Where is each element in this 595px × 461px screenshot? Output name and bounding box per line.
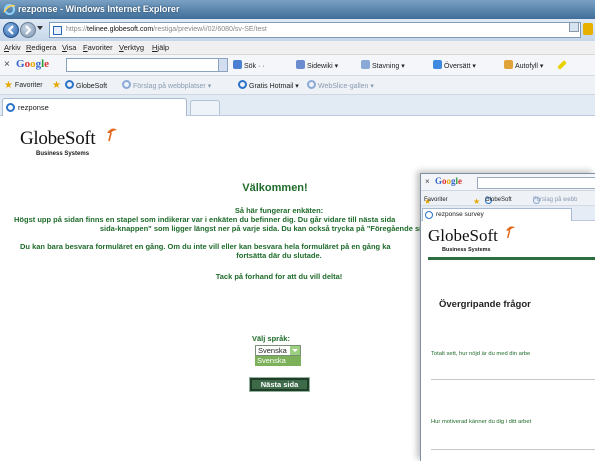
overlay-favorites-bar: ★ Favoriter ★ GlobeSoft Förslag på webb <box>421 191 595 206</box>
google-toolbar: × Google Sök · · Sidewiki ▾ Stavning ▾ Ö… <box>0 55 595 76</box>
overlay-globesoft-logo: GlobeSoft Business Systems <box>428 226 516 253</box>
address-bar-row: https://telinee.globesoft.com/restiga/pr… <box>0 19 595 41</box>
chevron-down-icon[interactable] <box>290 346 300 355</box>
menu-hjalp[interactable]: Hjälp <box>152 43 169 52</box>
google-search-input[interactable] <box>66 58 226 72</box>
language-select[interactable]: Svenska <box>255 345 301 356</box>
globesoft-logo: GlobeSoft Business Systems <box>20 128 117 157</box>
fav-link-globesoft[interactable]: GlobeSoft <box>65 80 107 90</box>
menu-favoriter[interactable]: Favoriter <box>83 43 113 52</box>
next-page-button[interactable]: Nästa sida <box>249 377 310 392</box>
autofill-icon <box>504 60 513 69</box>
ie-page-icon <box>238 80 247 89</box>
forward-arrow-icon <box>25 25 32 35</box>
back-arrow-icon <box>7 25 14 35</box>
new-tab-button[interactable] <box>190 100 220 115</box>
overlay-google-search-input[interactable] <box>477 177 595 189</box>
fav-link-suggested-sites[interactable]: Förslag på webbplatser ▾ <box>122 80 211 90</box>
back-button[interactable] <box>3 22 19 38</box>
ie-page-icon <box>6 103 15 112</box>
overlay-google-toolbar: × Google <box>421 174 595 191</box>
page-icon <box>53 26 62 35</box>
history-dropdown-icon[interactable] <box>37 26 43 30</box>
overlay-tab-strip: rezponse survey <box>421 206 595 221</box>
title-bar: rezponse - Windows Internet Explorer <box>0 0 595 19</box>
google-spelling-button[interactable]: Stavning ▾ <box>361 60 405 70</box>
menu-arkiv[interactable]: Arkiv <box>4 43 21 52</box>
logo-subtitle: Business Systems <box>36 151 90 157</box>
sidewiki-icon <box>296 60 305 69</box>
favorites-button[interactable]: ★ Favoriter <box>4 80 43 91</box>
window-title: rezponse - Windows Internet Explorer <box>18 4 180 14</box>
favorites-bar: ★ Favoriter ★ GlobeSoft Förslag på webbp… <box>0 76 595 95</box>
google-sidewiki-button[interactable]: Sidewiki ▾ <box>296 60 338 70</box>
close-toolbar-icon[interactable]: × <box>4 59 10 70</box>
favorites-star-icon: ★ <box>4 80 13 91</box>
logo-swirl-icon <box>505 226 516 239</box>
overlay-section-heading: Övergripande frågor <box>439 299 531 310</box>
ie-page-icon <box>425 211 433 219</box>
translate-icon <box>433 60 442 69</box>
add-favorite-icon[interactable]: ★ <box>52 80 61 91</box>
ie-logo-icon <box>3 4 16 15</box>
overlay-tab-rezponse-survey[interactable]: rezponse survey <box>422 208 572 221</box>
forward-button[interactable] <box>20 22 36 38</box>
tab-rezponse[interactable]: rezponse <box>2 98 187 116</box>
ie-page-icon <box>122 80 131 89</box>
logo-name: GlobeSoft <box>20 128 96 149</box>
google-search-button[interactable]: Sök · · <box>233 60 265 70</box>
overlay-browser-window: × Google ★ Favoriter ★ GlobeSoft Förslag… <box>420 173 595 461</box>
address-input[interactable]: https://telinee.globesoft.com/restiga/pr… <box>49 22 581 38</box>
language-option-svenska[interactable]: Svenska <box>255 356 301 366</box>
overlay-logo-name: GlobeSoft <box>428 226 498 245</box>
tab-label: rezponse <box>18 103 49 112</box>
overlay-answer-line-1 <box>431 379 595 380</box>
ie-page-icon <box>65 80 74 89</box>
overlay-tab-label: rezponse survey <box>436 211 484 218</box>
language-selected-value: Svenska <box>258 346 287 355</box>
google-logo: Google <box>16 58 50 70</box>
ie-page-icon <box>307 80 316 89</box>
search-icon <box>233 60 242 69</box>
address-url: https://telinee.globesoft.com/restiga/pr… <box>66 26 267 33</box>
menu-redigera[interactable]: Redigera <box>26 43 56 52</box>
overlay-logo-subtitle: Business Systems <box>442 247 491 253</box>
address-dropdown-button[interactable] <box>569 22 579 32</box>
google-autofill-button[interactable]: Autofyll ▾ <box>504 60 543 70</box>
menu-bar: Arkiv Redigera Visa Favoriter Verktyg Hj… <box>0 41 595 55</box>
overlay-google-logo: Google <box>435 176 463 186</box>
fav-link-hotmail[interactable]: Gratis Hotmail ▾ <box>238 80 299 90</box>
spellcheck-icon <box>361 60 370 69</box>
pencil-icon[interactable] <box>557 60 567 71</box>
overlay-question-1: Totalt sett, hur nöjd är du med din arbe <box>431 351 531 357</box>
fav-link-webslice[interactable]: WebSlice-gallen ▾ <box>307 80 374 90</box>
lock-icon[interactable] <box>583 23 593 35</box>
menu-verktyg[interactable]: Verktyg <box>119 43 144 52</box>
google-search-dropdown[interactable] <box>218 58 228 72</box>
overlay-question-2: Hur motiverad känner du dig i ditt arbet <box>431 419 532 425</box>
google-translate-button[interactable]: Översätt ▾ <box>433 60 476 70</box>
overlay-answer-line-2 <box>431 449 595 450</box>
tab-strip: rezponse <box>0 95 595 116</box>
menu-visa[interactable]: Visa <box>62 43 76 52</box>
language-label: Välj språk: <box>252 334 290 343</box>
close-toolbar-icon[interactable]: × <box>425 177 430 186</box>
overlay-header-divider <box>428 257 595 260</box>
logo-swirl-icon <box>107 128 117 142</box>
